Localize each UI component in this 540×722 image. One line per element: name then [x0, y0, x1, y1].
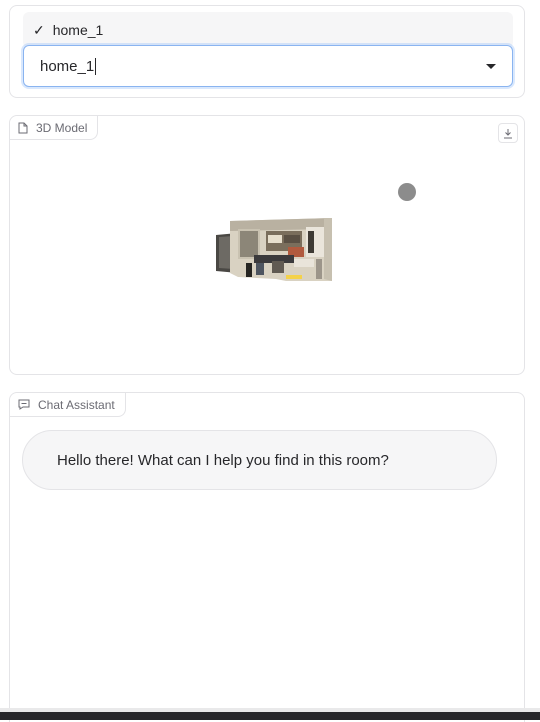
check-icon: ✓ — [33, 21, 45, 38]
model-viewer[interactable]: 3D Model — [9, 115, 525, 375]
model-viewer-label-text: 3D Model — [36, 120, 88, 135]
bottom-bar — [0, 712, 540, 720]
dropdown-block: ✓ home_1 home_1 — [9, 5, 525, 98]
assistant-message-text: Hello there! What can I help you find in… — [57, 451, 389, 469]
dropdown-option-label: home_1 — [52, 22, 104, 38]
assistant-message: Hello there! What can I help you find in… — [22, 430, 497, 490]
file-icon — [18, 122, 28, 133]
chat-assistant: Chat Assistant Hello there! What can I h… — [9, 392, 525, 722]
chat-assistant-label: Chat Assistant — [10, 393, 126, 417]
download-button[interactable] — [498, 123, 518, 143]
dropdown-input[interactable]: home_1 — [23, 45, 513, 87]
text-cursor — [95, 57, 97, 75]
dropdown-input-value: home_1 — [40, 57, 95, 75]
viewer-control-dot[interactable] — [398, 183, 416, 201]
model-viewer-label: 3D Model — [10, 116, 99, 140]
chat-icon — [18, 399, 30, 410]
room-3d-model[interactable] — [216, 215, 334, 283]
download-icon — [504, 128, 512, 138]
dropdown-option-home-1[interactable]: ✓ home_1 — [23, 12, 513, 48]
chat-assistant-label-text: Chat Assistant — [38, 397, 115, 412]
dropdown-arrow-icon[interactable] — [486, 63, 496, 69]
